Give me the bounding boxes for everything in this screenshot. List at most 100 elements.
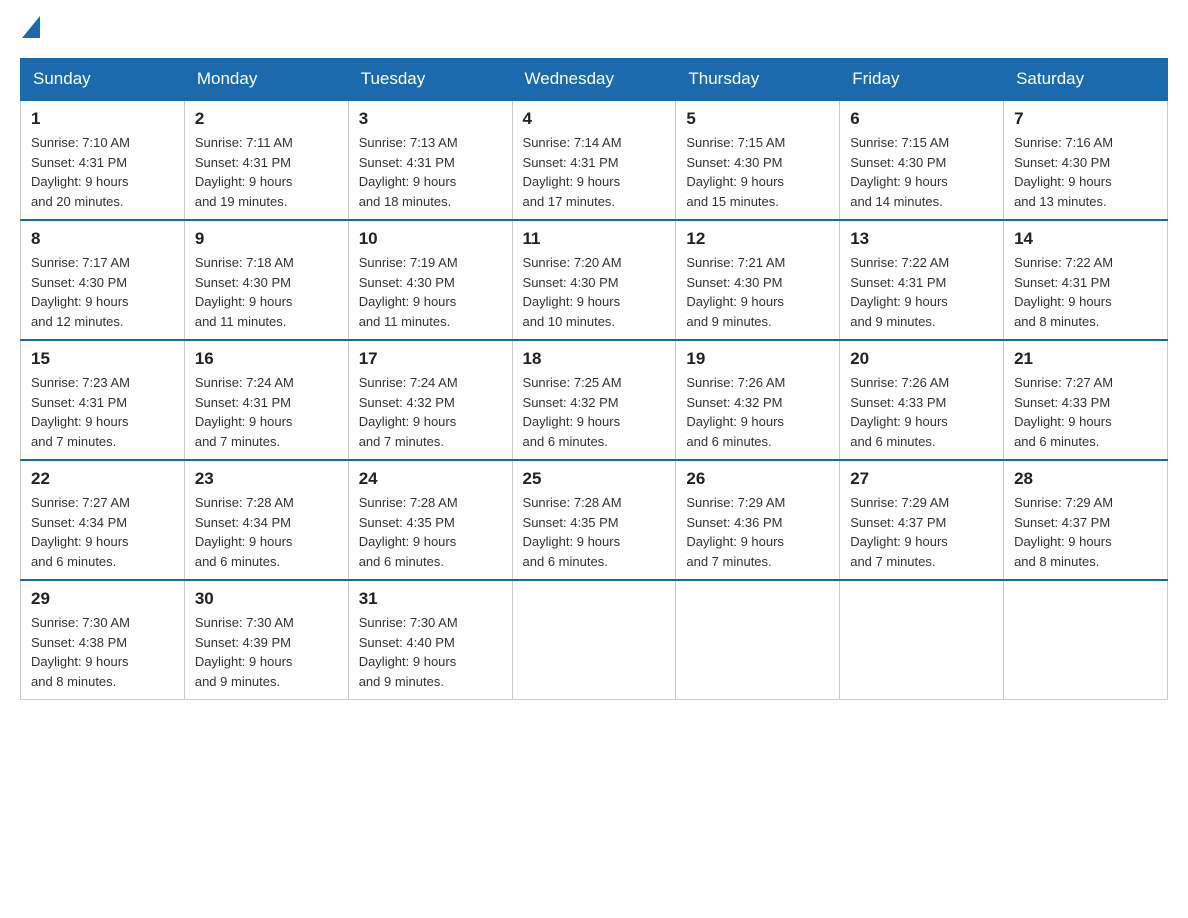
day-number: 23 [195,469,338,489]
day-info: Sunrise: 7:16 AMSunset: 4:30 PMDaylight:… [1014,133,1157,211]
day-number: 25 [523,469,666,489]
column-header-wednesday: Wednesday [512,59,676,101]
day-info: Sunrise: 7:15 AMSunset: 4:30 PMDaylight:… [686,133,829,211]
day-number: 22 [31,469,174,489]
column-header-sunday: Sunday [21,59,185,101]
calendar-cell: 21 Sunrise: 7:27 AMSunset: 4:33 PMDaylig… [1004,340,1168,460]
day-info: Sunrise: 7:10 AMSunset: 4:31 PMDaylight:… [31,133,174,211]
day-info: Sunrise: 7:27 AMSunset: 4:33 PMDaylight:… [1014,373,1157,451]
day-number: 21 [1014,349,1157,369]
day-info: Sunrise: 7:24 AMSunset: 4:32 PMDaylight:… [359,373,502,451]
calendar-cell: 11 Sunrise: 7:20 AMSunset: 4:30 PMDaylig… [512,220,676,340]
day-info: Sunrise: 7:28 AMSunset: 4:34 PMDaylight:… [195,493,338,571]
day-number: 6 [850,109,993,129]
calendar-cell: 24 Sunrise: 7:28 AMSunset: 4:35 PMDaylig… [348,460,512,580]
calendar-cell [676,580,840,700]
calendar-week-row: 15 Sunrise: 7:23 AMSunset: 4:31 PMDaylig… [21,340,1168,460]
day-info: Sunrise: 7:20 AMSunset: 4:30 PMDaylight:… [523,253,666,331]
day-info: Sunrise: 7:19 AMSunset: 4:30 PMDaylight:… [359,253,502,331]
day-info: Sunrise: 7:26 AMSunset: 4:32 PMDaylight:… [686,373,829,451]
day-info: Sunrise: 7:29 AMSunset: 4:37 PMDaylight:… [850,493,993,571]
calendar-cell: 7 Sunrise: 7:16 AMSunset: 4:30 PMDayligh… [1004,100,1168,220]
calendar-cell: 30 Sunrise: 7:30 AMSunset: 4:39 PMDaylig… [184,580,348,700]
calendar-cell: 29 Sunrise: 7:30 AMSunset: 4:38 PMDaylig… [21,580,185,700]
day-info: Sunrise: 7:26 AMSunset: 4:33 PMDaylight:… [850,373,993,451]
day-number: 12 [686,229,829,249]
logo [20,20,40,38]
day-number: 10 [359,229,502,249]
calendar-cell: 2 Sunrise: 7:11 AMSunset: 4:31 PMDayligh… [184,100,348,220]
calendar-cell: 28 Sunrise: 7:29 AMSunset: 4:37 PMDaylig… [1004,460,1168,580]
day-info: Sunrise: 7:11 AMSunset: 4:31 PMDaylight:… [195,133,338,211]
calendar-cell: 25 Sunrise: 7:28 AMSunset: 4:35 PMDaylig… [512,460,676,580]
day-number: 4 [523,109,666,129]
calendar-cell [840,580,1004,700]
calendar-cell: 4 Sunrise: 7:14 AMSunset: 4:31 PMDayligh… [512,100,676,220]
day-info: Sunrise: 7:28 AMSunset: 4:35 PMDaylight:… [359,493,502,571]
day-info: Sunrise: 7:21 AMSunset: 4:30 PMDaylight:… [686,253,829,331]
calendar-table: SundayMondayTuesdayWednesdayThursdayFrid… [20,58,1168,700]
day-info: Sunrise: 7:27 AMSunset: 4:34 PMDaylight:… [31,493,174,571]
day-info: Sunrise: 7:30 AMSunset: 4:40 PMDaylight:… [359,613,502,691]
day-number: 7 [1014,109,1157,129]
logo-mark [20,20,40,38]
calendar-cell: 22 Sunrise: 7:27 AMSunset: 4:34 PMDaylig… [21,460,185,580]
calendar-cell: 26 Sunrise: 7:29 AMSunset: 4:36 PMDaylig… [676,460,840,580]
calendar-cell: 6 Sunrise: 7:15 AMSunset: 4:30 PMDayligh… [840,100,1004,220]
day-info: Sunrise: 7:24 AMSunset: 4:31 PMDaylight:… [195,373,338,451]
calendar-cell [512,580,676,700]
day-info: Sunrise: 7:13 AMSunset: 4:31 PMDaylight:… [359,133,502,211]
day-number: 20 [850,349,993,369]
day-number: 18 [523,349,666,369]
day-number: 26 [686,469,829,489]
day-number: 24 [359,469,502,489]
column-header-thursday: Thursday [676,59,840,101]
calendar-cell: 8 Sunrise: 7:17 AMSunset: 4:30 PMDayligh… [21,220,185,340]
day-number: 13 [850,229,993,249]
calendar-cell: 18 Sunrise: 7:25 AMSunset: 4:32 PMDaylig… [512,340,676,460]
page-header [20,20,1168,38]
column-header-tuesday: Tuesday [348,59,512,101]
calendar-cell: 5 Sunrise: 7:15 AMSunset: 4:30 PMDayligh… [676,100,840,220]
day-info: Sunrise: 7:29 AMSunset: 4:37 PMDaylight:… [1014,493,1157,571]
calendar-week-row: 8 Sunrise: 7:17 AMSunset: 4:30 PMDayligh… [21,220,1168,340]
day-number: 2 [195,109,338,129]
logo-triangle-icon [22,16,40,38]
day-info: Sunrise: 7:30 AMSunset: 4:38 PMDaylight:… [31,613,174,691]
day-number: 3 [359,109,502,129]
calendar-cell [1004,580,1168,700]
calendar-cell: 17 Sunrise: 7:24 AMSunset: 4:32 PMDaylig… [348,340,512,460]
calendar-week-row: 29 Sunrise: 7:30 AMSunset: 4:38 PMDaylig… [21,580,1168,700]
day-info: Sunrise: 7:22 AMSunset: 4:31 PMDaylight:… [1014,253,1157,331]
calendar-cell: 16 Sunrise: 7:24 AMSunset: 4:31 PMDaylig… [184,340,348,460]
calendar-cell: 19 Sunrise: 7:26 AMSunset: 4:32 PMDaylig… [676,340,840,460]
day-info: Sunrise: 7:22 AMSunset: 4:31 PMDaylight:… [850,253,993,331]
calendar-cell: 9 Sunrise: 7:18 AMSunset: 4:30 PMDayligh… [184,220,348,340]
calendar-cell: 15 Sunrise: 7:23 AMSunset: 4:31 PMDaylig… [21,340,185,460]
day-number: 17 [359,349,502,369]
column-header-monday: Monday [184,59,348,101]
day-number: 9 [195,229,338,249]
day-number: 14 [1014,229,1157,249]
day-number: 19 [686,349,829,369]
day-number: 31 [359,589,502,609]
day-info: Sunrise: 7:28 AMSunset: 4:35 PMDaylight:… [523,493,666,571]
day-number: 15 [31,349,174,369]
day-info: Sunrise: 7:29 AMSunset: 4:36 PMDaylight:… [686,493,829,571]
calendar-header-row: SundayMondayTuesdayWednesdayThursdayFrid… [21,59,1168,101]
calendar-cell: 31 Sunrise: 7:30 AMSunset: 4:40 PMDaylig… [348,580,512,700]
column-header-friday: Friday [840,59,1004,101]
calendar-cell: 1 Sunrise: 7:10 AMSunset: 4:31 PMDayligh… [21,100,185,220]
calendar-cell: 13 Sunrise: 7:22 AMSunset: 4:31 PMDaylig… [840,220,1004,340]
day-number: 27 [850,469,993,489]
calendar-week-row: 22 Sunrise: 7:27 AMSunset: 4:34 PMDaylig… [21,460,1168,580]
calendar-cell: 27 Sunrise: 7:29 AMSunset: 4:37 PMDaylig… [840,460,1004,580]
day-info: Sunrise: 7:23 AMSunset: 4:31 PMDaylight:… [31,373,174,451]
day-number: 8 [31,229,174,249]
day-number: 16 [195,349,338,369]
calendar-cell: 14 Sunrise: 7:22 AMSunset: 4:31 PMDaylig… [1004,220,1168,340]
day-info: Sunrise: 7:18 AMSunset: 4:30 PMDaylight:… [195,253,338,331]
calendar-cell: 23 Sunrise: 7:28 AMSunset: 4:34 PMDaylig… [184,460,348,580]
day-number: 1 [31,109,174,129]
day-info: Sunrise: 7:14 AMSunset: 4:31 PMDaylight:… [523,133,666,211]
